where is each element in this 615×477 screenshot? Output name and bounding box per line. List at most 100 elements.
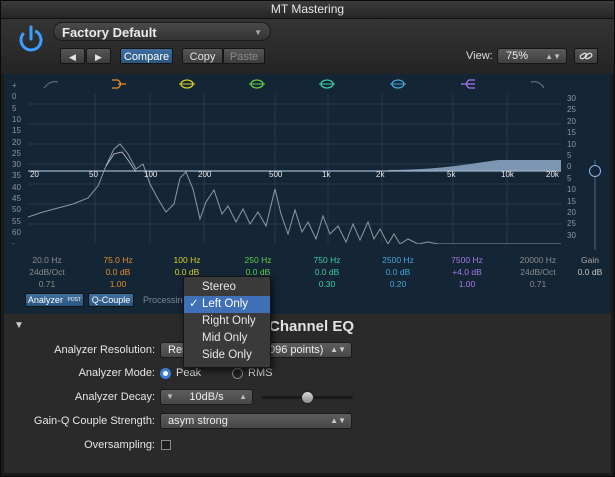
stepper-icon: ▲▼ [330, 345, 346, 354]
gain-value[interactable]: 0.0 dB [573, 266, 607, 278]
band-8-params: 20000 Hz 24dB/Oct 0.71 [508, 254, 568, 290]
analyzer-button[interactable]: Analyzer POST [25, 293, 84, 307]
band-5-q[interactable]: 0.30 [297, 278, 357, 290]
master-gain-readout: Gain 0.0 dB [573, 254, 607, 278]
frequency-tick-label: 1k [322, 170, 331, 179]
analyzer-resolution-label: Analyzer Resolution: [54, 344, 155, 356]
menu-item-mid-only[interactable]: Mid Only [184, 330, 270, 347]
analyzer-mode-label: Analyzer Mode: [78, 367, 155, 379]
band-1-gain[interactable]: 24dB/Oct [17, 266, 77, 278]
frequency-tick-label: 500 [269, 170, 283, 179]
frequency-tick-label: 50 [89, 170, 98, 179]
band-7-q[interactable]: 1.00 [437, 278, 497, 290]
copy-button[interactable]: Copy [182, 48, 223, 64]
band-2-handle-icon[interactable] [112, 79, 126, 89]
band-8-freq[interactable]: 20000 Hz [508, 254, 568, 266]
band-1-freq[interactable]: 20.0 Hz [17, 254, 77, 266]
gain-slider-knob-icon[interactable] [589, 165, 601, 177]
band-7-gain[interactable]: +4.0 dB [437, 266, 497, 278]
band-2-q[interactable]: 1.00 [88, 278, 148, 290]
menu-item-side-only[interactable]: Side Only [184, 347, 270, 364]
band-8-handle-icon[interactable] [530, 81, 545, 89]
band-3-freq[interactable]: 100 Hz [157, 254, 217, 266]
band-5-handle-icon[interactable] [319, 79, 335, 89]
decay-value: 10dB/s [189, 391, 224, 403]
band-1-q[interactable]: 0.71 [17, 278, 77, 290]
band-2-freq[interactable]: 75.0 Hz [88, 254, 148, 266]
preset-name: Factory Default [62, 25, 157, 40]
next-preset-button[interactable]: ▶ [86, 48, 111, 64]
link-button[interactable] [574, 48, 598, 64]
view-zoom-select[interactable]: 75% ▲▼ [497, 48, 567, 64]
master-gain-slider[interactable] [589, 160, 601, 250]
frequency-tick-label: 2k [376, 170, 385, 179]
band-4-handle-icon[interactable] [249, 79, 265, 89]
right-scale-tick: 20 [567, 208, 576, 217]
section-title: Channel EQ [269, 318, 355, 335]
left-scale-tick: 30 [12, 160, 21, 170]
band-6-q[interactable]: 0.20 [368, 278, 428, 290]
band-6-params: 2500 Hz 0.0 dB 0.20 [368, 254, 428, 290]
right-scale-tick: 5 [567, 151, 572, 160]
right-scale-tick: 0 [567, 162, 572, 172]
frequency-tick-label: 5k [447, 170, 456, 179]
left-scale-tick: 50 [12, 205, 21, 215]
band-7-handle-icon[interactable] [461, 79, 475, 89]
mode-peak-label: Peak [176, 367, 202, 379]
band-6-handle-icon[interactable] [390, 79, 406, 89]
menu-item-stereo[interactable]: Stereo [184, 279, 270, 296]
link-icon [579, 52, 593, 60]
right-scale-tick: 10 [567, 139, 576, 149]
analyzer-peak-hold [105, 151, 137, 173]
analyzer-decay-field[interactable]: ▼ 10dB/s ▲ [160, 389, 253, 405]
preset-menu[interactable]: Factory Default ▼ [53, 22, 271, 41]
left-scale-tick: 45 [12, 194, 21, 203]
left-scale-tick: 25 [12, 148, 21, 158]
left-scale-tick: 55 [12, 216, 21, 226]
right-scale-tick: 15 [567, 196, 576, 206]
band-6-freq[interactable]: 2500 Hz [368, 254, 428, 266]
menu-item-right-only[interactable]: Right Only [184, 313, 270, 330]
left-scale-tick: + [12, 81, 17, 90]
band-7-params: 7500 Hz +4.0 dB 1.00 [437, 254, 497, 290]
mode-rms-radio[interactable] [232, 368, 243, 379]
increment-icon[interactable]: ▲ [239, 390, 247, 404]
menu-item-left-only[interactable]: ✓ Left Only [184, 296, 270, 313]
gain-q-couple-strength-select[interactable]: asym strong ▲▼ [160, 413, 352, 429]
analyzer-post-badge: POST [67, 297, 82, 303]
band-8-q[interactable]: 0.71 [508, 278, 568, 290]
compare-button[interactable]: Compare [120, 48, 173, 64]
band-6-gain[interactable]: 0.0 dB [368, 266, 428, 278]
band-3-handle-icon[interactable] [179, 79, 195, 89]
left-scale-tick: 60 [12, 227, 21, 237]
band-5-gain[interactable]: 0.0 dB [297, 266, 357, 278]
band-1-handle-icon[interactable] [43, 81, 59, 89]
decay-slider-thumb[interactable] [301, 391, 314, 404]
chevron-down-icon: ▼ [254, 28, 262, 37]
band-8-gain[interactable]: 24dB/Oct [508, 266, 568, 278]
window-title: MT Mastering [270, 2, 345, 16]
power-icon[interactable] [16, 24, 46, 54]
gain-label: Gain [581, 255, 599, 265]
left-scale-tick: 20 [12, 137, 21, 147]
frequency-tick-label: 10k [501, 170, 514, 179]
eq-graph[interactable] [28, 94, 561, 244]
stepper-icon: ▲▼ [330, 416, 346, 425]
band-2-gain[interactable]: 0.0 dB [88, 266, 148, 278]
left-scale-tick: 40 [12, 182, 21, 192]
previous-preset-button[interactable]: ◀ [60, 48, 85, 64]
gain-q-couple-strength-label: Gain-Q Couple Strength: [33, 415, 155, 427]
paste-button[interactable]: Paste [223, 48, 265, 64]
q-couple-button[interactable]: Q-Couple [88, 293, 134, 307]
oversampling-checkbox[interactable] [161, 440, 171, 450]
decrement-icon[interactable]: ▼ [166, 390, 174, 404]
left-scale-tick: 5 [12, 103, 17, 113]
band-7-freq[interactable]: 7500 Hz [437, 254, 497, 266]
processing-label: Processing [143, 295, 188, 305]
right-scale-tick: 25 [567, 219, 576, 229]
band-4-freq[interactable]: 250 Hz [228, 254, 288, 266]
view-label: View: [466, 50, 493, 62]
disclosure-triangle-icon[interactable]: ▼ [14, 320, 24, 331]
band-5-freq[interactable]: 750 Hz [297, 254, 357, 266]
mode-peak-radio[interactable] [160, 368, 171, 379]
